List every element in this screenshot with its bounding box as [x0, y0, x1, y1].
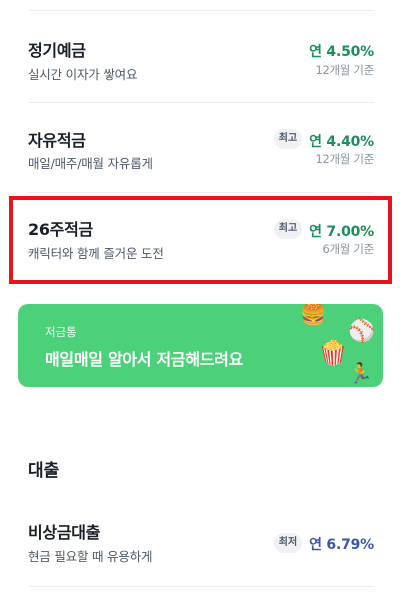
popcorn-icon: 🍿 — [318, 339, 348, 367]
product-desc: 현금 필요할 때 유용하게 — [28, 549, 153, 564]
product-name: 자유적금 — [28, 131, 86, 150]
product-fixed-deposit[interactable]: 정기예금 실시간 이자가 쌓여요 연 4.50% 12개월 기준 — [0, 12, 400, 102]
product-desc: 실시간 이자가 쌓여요 — [28, 67, 138, 82]
product-name: 정기예금 — [28, 41, 86, 60]
product-rate: 연 4.40% — [309, 134, 374, 150]
product-free-savings[interactable]: 자유적금 매일/매주/매월 자유롭게 최고 연 4.40% 12개월 기준 — [0, 102, 400, 192]
banner-title: 매일매일 알아서 저금해드려요 — [45, 350, 244, 369]
product-rate: 연 4.50% — [309, 44, 374, 60]
banner-subtitle: 저금통 — [45, 325, 77, 339]
loan-section-title: 대출 — [28, 461, 60, 481]
lowest-badge: 최저 — [274, 533, 302, 553]
product-rate: 연 6.79% — [309, 537, 374, 553]
product-term: 12개월 기준 — [315, 63, 374, 77]
highlight-box — [9, 196, 392, 284]
piggy-bank-banner[interactable]: 저금통 매일매일 알아서 저금해드려요 🍔 ⚾ 🍿 🏃 — [18, 304, 383, 387]
runner-icon: 🏃 — [348, 361, 373, 385]
product-term: 12개월 기준 — [315, 152, 374, 166]
product-name: 비상금대출 — [28, 523, 101, 542]
product-emergency-loan[interactable]: 비상금대출 현금 필요할 때 유용하게 최저 연 6.79% — [0, 500, 400, 590]
baseball-icon: ⚾ — [348, 319, 376, 344]
product-desc: 매일/매주/매월 자유롭게 — [28, 156, 153, 171]
top-divider — [28, 10, 374, 11]
best-badge: 최고 — [274, 129, 302, 149]
burger-icon: 🍔 — [300, 304, 327, 326]
bottom-divider — [28, 586, 374, 587]
